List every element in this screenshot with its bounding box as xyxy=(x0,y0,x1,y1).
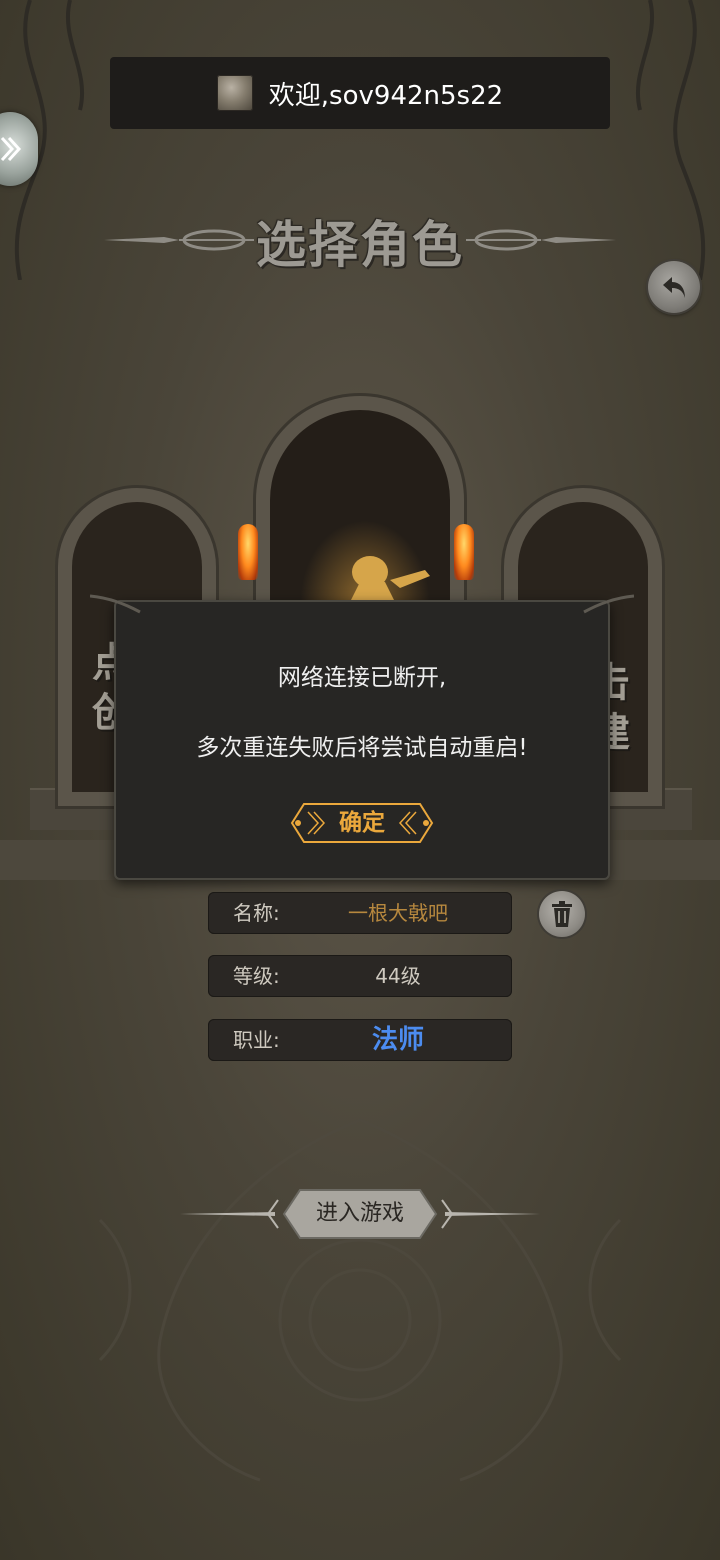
welcome-bar: 欢迎,sov942n5s22 xyxy=(110,57,610,129)
welcome-text: 欢迎,sov942n5s22 xyxy=(268,80,504,111)
character-class-row: 职业: 法师 xyxy=(208,1019,512,1061)
title-row: 选择角色 xyxy=(0,205,720,275)
class-label: 职业: xyxy=(233,1028,280,1052)
name-label: 名称: xyxy=(233,901,280,925)
name-value: 一根大戟吧 xyxy=(348,901,448,925)
dialog-message-line-2: 多次重连失败后将尝试自动重启! xyxy=(196,735,528,761)
background-ornament xyxy=(98,1118,622,1482)
avatar xyxy=(216,75,253,111)
character-name-row: 名称: 一根大戟吧 xyxy=(208,892,512,934)
level-label: 等级: xyxy=(233,964,280,988)
dialog-corner-ornament-icon xyxy=(583,594,634,614)
trash-icon xyxy=(552,901,572,927)
torch-right-icon xyxy=(454,524,474,580)
side-menu-button[interactable] xyxy=(0,112,38,186)
delete-character-button[interactable] xyxy=(539,891,585,937)
title-ornament-right-icon xyxy=(466,229,616,251)
torch-left-icon xyxy=(238,524,258,580)
level-value: 44级 xyxy=(375,964,421,988)
confirm-button-label: 确定 xyxy=(339,810,385,836)
disconnect-dialog: 网络连接已断开, 多次重连失败后将尝试自动重启! 确定 xyxy=(90,594,634,880)
confirm-button[interactable]: 确定 xyxy=(290,802,434,844)
character-figure xyxy=(350,556,430,602)
double-chevron-icon xyxy=(0,136,22,162)
dialog-message-line-1: 网络连接已断开, xyxy=(277,665,447,691)
back-button[interactable] xyxy=(648,261,700,313)
character-level-row: 等级: 44级 xyxy=(208,955,512,997)
enter-game-button[interactable]: 进入游戏 xyxy=(180,1186,540,1242)
return-arrow-icon xyxy=(663,277,685,298)
class-value: 法师 xyxy=(371,1025,424,1055)
enter-game-label: 进入游戏 xyxy=(315,1201,404,1226)
dialog-corner-ornament-icon xyxy=(90,594,141,614)
